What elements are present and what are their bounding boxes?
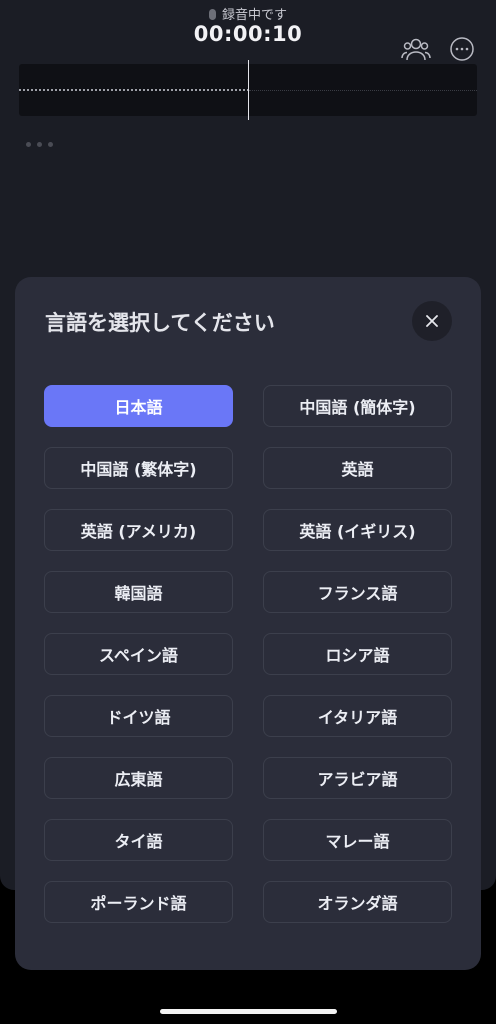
language-option-french[interactable]: フランス語 [263,571,452,613]
language-option-spanish[interactable]: スペイン語 [44,633,233,675]
language-option-english[interactable]: 英語 [263,447,452,489]
more-options-icon[interactable] [447,34,477,64]
language-option-german[interactable]: ドイツ語 [44,695,233,737]
language-option-polish[interactable]: ポーランド語 [44,881,233,923]
transcript-loading-indicator [26,142,53,147]
waveform-recorded [19,89,249,91]
recording-status: 録音中です [0,4,496,23]
sheet-title: 言語を選択してください [45,311,275,335]
language-options-grid: 日本語 中国語 (簡体字) 中国語 (繁体字) 英語 英語 (アメリカ) 英語 … [44,385,452,923]
waveform-remaining [249,90,477,91]
language-option-korean[interactable]: 韓国語 [44,571,233,613]
audio-waveform [19,60,477,120]
language-option-malay[interactable]: マレー語 [263,819,452,861]
language-option-english-us[interactable]: 英語 (アメリカ) [44,509,233,551]
language-option-italian[interactable]: イタリア語 [263,695,452,737]
speakers-icon[interactable] [401,34,431,64]
language-option-japanese[interactable]: 日本語 [44,385,233,427]
language-option-chinese-traditional[interactable]: 中国語 (繁体字) [44,447,233,489]
language-option-chinese-simplified[interactable]: 中国語 (簡体字) [263,385,452,427]
language-option-russian[interactable]: ロシア語 [263,633,452,675]
language-option-arabic[interactable]: アラビア語 [263,757,452,799]
language-option-dutch[interactable]: オランダ語 [263,881,452,923]
language-option-cantonese[interactable]: 広東語 [44,757,233,799]
recording-status-label: 録音中です [221,8,287,23]
language-option-thai[interactable]: タイ語 [44,819,233,861]
language-select-sheet: 言語を選択してください 日本語 中国語 (簡体字) 中国語 (繁体字) 英語 英… [15,277,481,970]
close-icon [426,315,438,327]
close-button[interactable] [412,301,452,341]
playhead-cursor [248,60,249,120]
home-indicator[interactable] [160,1009,337,1014]
microphone-icon [208,9,216,20]
language-option-english-uk[interactable]: 英語 (イギリス) [263,509,452,551]
